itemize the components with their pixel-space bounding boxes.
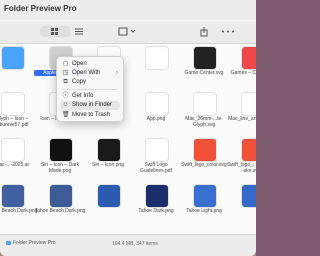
file-thumbnail — [1, 138, 25, 162]
file-thumbnail — [1, 92, 25, 116]
toolbar-view-grid-button[interactable] — [40, 26, 70, 37]
file-item[interactable] — [0, 46, 36, 92]
file-thumbnail — [1, 184, 25, 208]
menu-item-open-with[interactable]: ◳ Open With › — [60, 69, 120, 78]
file-thumbnail — [241, 92, 256, 116]
file-thumbnail — [145, 46, 169, 70]
file-thumbnail — [145, 138, 169, 162]
window-title: Folder Preview Pro — [4, 4, 77, 13]
menu-item-show-in-finder[interactable]: ☺ Show in Finder — [60, 101, 120, 110]
more-icon — [222, 30, 234, 33]
file-thumbnail — [241, 46, 256, 70]
file-name: Mac_26mm-...ts-Glyph.svg — [185, 116, 223, 128]
folder-icon — [6, 240, 11, 245]
file-thumbnail — [97, 184, 121, 208]
file-name: Siri – Icon.png — [92, 162, 124, 168]
file-grid: Apple InterfaceGame Center.svgGames – Co… — [0, 44, 256, 234]
file-name: Games – Color.svg — [230, 70, 256, 76]
file-name: Swift_logo_color.svg — [181, 162, 227, 168]
file-thumbnail — [145, 184, 169, 208]
item-count: 194.4 MB, 347 items — [112, 241, 158, 247]
menu-item-copy[interactable]: ⧉ Copy — [60, 78, 120, 87]
toolbar-share-button[interactable] — [198, 26, 210, 37]
file-thumbnail — [193, 138, 217, 162]
file-thumbnail — [193, 46, 217, 70]
file-item[interactable]: Tahoe Beach Dark.png — [0, 184, 38, 230]
file-item[interactable]: App.png — [132, 92, 180, 138]
file-item[interactable]: Glyph – Icon – ...bunnie57.pdf — [0, 92, 36, 138]
file-item[interactable] — [84, 184, 132, 230]
file-name: Tahoe Beach Dark.png — [34, 208, 86, 214]
file-item[interactable]: Siri – Icon.png — [84, 138, 132, 184]
toolbar-arrange-button[interactable] — [116, 26, 138, 37]
path-bar[interactable]: Folder Preview Pro — [6, 240, 56, 246]
file-item[interactable]: mac-...-2025.ai — [0, 138, 36, 184]
list-icon — [75, 28, 83, 35]
file-item[interactable]: Swift_logo_color.svg — [180, 138, 228, 184]
file-item[interactable]: Swift_logo_...lockup_color.svg — [227, 138, 256, 184]
file-item[interactable]: Swift Logo Guidelines.pdf — [132, 138, 180, 184]
file-thumbnail — [145, 92, 169, 116]
toolbar-list-button[interactable] — [72, 26, 86, 37]
file-item[interactable]: Tahoe Light.png — [180, 184, 228, 230]
file-name: Glyph – Icon – ...bunnie57.pdf — [0, 116, 29, 128]
file-name: Siri – Icon – Dark Mode.png — [40, 162, 80, 174]
open-with-icon: ◳ — [62, 70, 69, 76]
menu-item-get-info[interactable]: ⓘ Get Info — [60, 92, 120, 101]
file-item[interactable] — [132, 46, 180, 92]
info-icon: ⓘ — [62, 93, 69, 99]
open-icon: ◻ — [63, 61, 68, 67]
file-item[interactable]: Game Center.svg — [180, 46, 228, 92]
copy-icon: ⧉ — [63, 79, 68, 85]
file-name: App.png — [146, 116, 166, 122]
file-item[interactable]: Tahoe Dark.png — [132, 184, 180, 230]
app-window: Folder Preview Pro Apple Game Center.svg… — [0, 0, 256, 256]
finder-icon: ☺ — [62, 102, 69, 108]
menu-item-open[interactable]: ◻ Open — [60, 60, 120, 69]
file-thumbnail — [97, 138, 121, 162]
arrange-icon — [118, 27, 136, 36]
chevron-right-icon: › — [116, 70, 118, 76]
file-thumbnail — [49, 184, 73, 208]
file-name: Tahoe Beach Dark.png — [0, 208, 38, 214]
file-item[interactable]: Mac_26mm-...ts-Glyph.svg — [180, 92, 228, 138]
file-name: Tahoe Light.png — [186, 208, 222, 214]
grid-icon — [51, 28, 58, 35]
file-item[interactable] — [228, 184, 256, 230]
file-thumbnail — [241, 184, 256, 208]
status-bar: Folder Preview Pro 194.4 MB, 347 items — [0, 234, 256, 256]
file-name: Tahoe Dark.png — [138, 208, 174, 214]
menu-item-move-to-trash[interactable]: 🗑 Move to Trash — [60, 111, 120, 120]
file-thumbnail — [49, 138, 73, 162]
file-name: Swift_logo_...lockup_color.svg — [227, 162, 256, 174]
file-name: Swift Logo Guidelines.pdf — [140, 162, 172, 174]
file-name: Game Center.svg — [184, 70, 224, 76]
file-name: Mac_line_art_4c6 pdf — [228, 116, 256, 122]
file-thumbnail — [241, 138, 256, 162]
share-icon — [200, 27, 208, 37]
menu-separator — [63, 89, 117, 90]
file-item[interactable]: Mac_line_art_4c6 pdf — [228, 92, 256, 138]
file-thumbnail — [193, 184, 217, 208]
file-thumbnail — [193, 92, 217, 116]
file-item[interactable]: Games – Color.svg — [228, 46, 256, 92]
file-name: mac-...-2025.ai — [0, 162, 29, 168]
context-menu: ◻ Open ◳ Open With › ⧉ Copy ⓘ Get Info ☺… — [56, 56, 124, 122]
file-thumbnail — [1, 46, 25, 70]
toolbar — [0, 21, 256, 44]
file-item[interactable]: Siri – Icon – Dark Mode.png — [36, 138, 84, 184]
trash-icon: 🗑 — [62, 112, 70, 118]
title-bar: Folder Preview Pro — [0, 0, 256, 20]
file-item[interactable]: Tahoe Beach Dark.png — [34, 184, 86, 230]
toolbar-more-button[interactable] — [218, 26, 238, 37]
